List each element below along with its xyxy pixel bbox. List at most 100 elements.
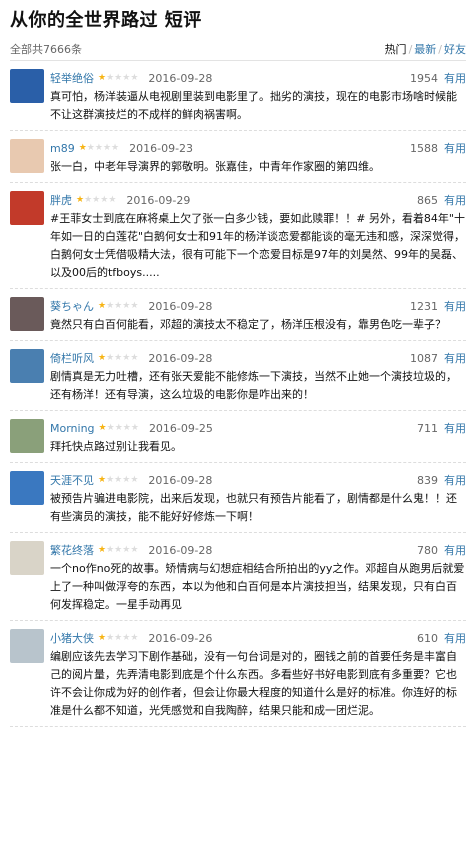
filter-friends[interactable]: 好友: [444, 43, 466, 56]
star-filled-icon: ★: [98, 632, 107, 643]
avatar[interactable]: [10, 349, 44, 383]
review-meta: 倚栏听风 ★ ★ ★ ★ ★ 2016-09-28 1087 有用: [50, 349, 466, 367]
star-empty-icon: ★: [106, 72, 115, 83]
avatar[interactable]: [10, 419, 44, 453]
useful-button[interactable]: 有用: [444, 632, 466, 645]
vote-area: 839 有用: [417, 472, 466, 488]
star-empty-icon: ★: [106, 632, 115, 643]
star-empty-icon: ★: [114, 352, 123, 363]
username-link[interactable]: 葵ちゃん: [50, 298, 94, 314]
review-meta: 天涯不见 ★ ★ ★ ★ ★ 2016-09-28 839 有用: [50, 471, 466, 489]
rating-stars: ★ ★ ★ ★ ★: [98, 352, 138, 363]
avatar[interactable]: [10, 629, 44, 663]
review-meta: 胖虎 ★ ★ ★ ★ ★ 2016-09-29 865 有用: [50, 191, 466, 209]
review-item: 轻举绝俗 ★ ★ ★ ★ ★ 2016-09-28 1954 有用 真可怕，杨洋装逼从电视…: [10, 61, 466, 131]
star-empty-icon: ★: [122, 632, 131, 643]
star-filled-icon: ★: [98, 352, 107, 363]
rating-stars: ★ ★ ★ ★ ★: [98, 72, 139, 83]
star-empty-icon: ★: [94, 142, 103, 153]
review-meta: Morning ★ ★ ★ ★ ★ 2016-09-25 711 有用: [50, 419, 466, 437]
username-link[interactable]: 胖虎: [50, 192, 72, 208]
useful-button[interactable]: 有用: [444, 352, 466, 365]
star-empty-icon: ★: [114, 544, 123, 555]
star-empty-icon: ★: [111, 142, 120, 153]
review-text: 真可怕，杨洋装逼从电视剧里装到电影里了。拙劣的演技，现在的电影市场啥时候能不让这…: [50, 90, 457, 121]
vote-area: 1954 有用: [410, 70, 466, 86]
vote-area: 1231 有用: [410, 298, 466, 314]
username-link[interactable]: 繁花终落: [50, 542, 94, 558]
star-empty-icon: ★: [114, 632, 123, 643]
review-body: 繁花终落 ★ ★ ★ ★ ★ 2016-09-28 780 有用 一个no作no死的故事。…: [50, 541, 466, 614]
star-filled-icon: ★: [98, 544, 107, 555]
rating-stars: ★ ★ ★ ★ ★: [98, 544, 138, 555]
avatar[interactable]: [10, 69, 44, 103]
review-text: 被预告片骗进电影院，出来后发现，也就只有预告片能看了，剧情都是什么鬼！！还有些演…: [50, 492, 457, 523]
star-empty-icon: ★: [122, 72, 131, 83]
star-empty-icon: ★: [114, 474, 123, 485]
review-meta: m89 ★ ★ ★ ★ ★ 2016-09-23 1588 有用: [50, 139, 466, 157]
avatar[interactable]: [10, 541, 44, 575]
username-link[interactable]: Morning: [50, 422, 95, 435]
useful-button[interactable]: 有用: [444, 72, 466, 85]
sort-filters: 热门 / 最新 / 好友: [385, 41, 466, 57]
review-body: 轻举绝俗 ★ ★ ★ ★ ★ 2016-09-28 1954 有用 真可怕，杨洋装逼从电视…: [50, 69, 466, 124]
star-filled-icon: ★: [78, 142, 87, 153]
review-meta: 繁花终落 ★ ★ ★ ★ ★ 2016-09-28 780 有用: [50, 541, 466, 559]
useful-button[interactable]: 有用: [444, 194, 466, 207]
username-link[interactable]: 天涯不见: [50, 472, 94, 488]
review-text: 拜托快点路过别让我看见。: [50, 440, 182, 453]
vote-area: 780 有用: [417, 542, 466, 558]
review-date: 2016-09-28: [148, 543, 213, 557]
filter-latest[interactable]: 最新: [414, 43, 436, 56]
avatar[interactable]: [10, 191, 44, 225]
review-item: 繁花终落 ★ ★ ★ ★ ★ 2016-09-28 780 有用 一个no作no死的故事。…: [10, 533, 466, 621]
review-item: 葵ちゃん ★ ★ ★ ★ ★ 2016-09-28 1231 有用 竟然只有白百何能看，邓…: [10, 289, 466, 341]
vote-area: 1588 有用: [410, 140, 466, 156]
review-date: 2016-09-28: [148, 71, 213, 85]
vote-area: 610 有用: [417, 630, 466, 646]
review-date: 2016-09-26: [148, 631, 213, 645]
review-meta: 葵ちゃん ★ ★ ★ ★ ★ 2016-09-28 1231 有用: [50, 297, 466, 315]
avatar[interactable]: [10, 139, 44, 173]
username-link[interactable]: 轻举绝俗: [50, 70, 94, 86]
useful-button[interactable]: 有用: [444, 300, 466, 313]
review-date: 2016-09-28: [148, 299, 213, 313]
review-item: Morning ★ ★ ★ ★ ★ 2016-09-25 711 有用 拜托快点路过别让我…: [10, 411, 466, 463]
vote-count: 780: [417, 544, 438, 557]
filter-hot[interactable]: 热门: [385, 43, 407, 56]
avatar[interactable]: [10, 471, 44, 505]
star-filled-icon: ★: [76, 194, 85, 205]
review-item: 天涯不见 ★ ★ ★ ★ ★ 2016-09-28 839 有用 被预告片骗进电影院，出来…: [10, 463, 466, 533]
useful-button[interactable]: 有用: [444, 474, 466, 487]
avatar[interactable]: [10, 297, 44, 331]
useful-button[interactable]: 有用: [444, 142, 466, 155]
review-body: 小猪大侠 ★ ★ ★ ★ ★ 2016-09-26 610 有用 编剧应该先去学习下剧作基…: [50, 629, 466, 720]
star-empty-icon: ★: [130, 632, 139, 643]
review-text: 张一白，中老年导演界的郭敬明。张嘉佳，中青年作家圈的第四维。: [50, 160, 380, 173]
review-item: m89 ★ ★ ★ ★ ★ 2016-09-23 1588 有用 张一白，中老年导演界的郭…: [10, 131, 466, 183]
star-empty-icon: ★: [106, 422, 115, 433]
total-count: 全部共7666条: [10, 43, 82, 56]
star-empty-icon: ★: [122, 544, 131, 555]
vote-count: 839: [417, 474, 438, 487]
star-empty-icon: ★: [114, 72, 123, 83]
review-meta: 小猪大侠 ★ ★ ★ ★ ★ 2016-09-26 610 有用: [50, 629, 466, 647]
review-body: Morning ★ ★ ★ ★ ★ 2016-09-25 711 有用 拜托快点路过别让我…: [50, 419, 466, 456]
star-filled-icon: ★: [98, 474, 107, 485]
review-body: 倚栏听风 ★ ★ ★ ★ ★ 2016-09-28 1087 有用 剧情真是无力吐槽，还有…: [50, 349, 466, 404]
review-text: 编剧应该先去学习下剧作基础，没有一句台词是对的，圈钱之前的首要任务是丰富自己的阅…: [50, 650, 457, 717]
username-link[interactable]: m89: [50, 142, 75, 155]
username-link[interactable]: 小猪大侠: [50, 630, 94, 646]
rating-stars: ★ ★ ★ ★ ★: [76, 194, 116, 205]
star-empty-icon: ★: [114, 422, 123, 433]
star-empty-icon: ★: [130, 72, 139, 83]
username-link[interactable]: 倚栏听风: [50, 350, 94, 366]
useful-button[interactable]: 有用: [444, 422, 466, 435]
useful-button[interactable]: 有用: [444, 544, 466, 557]
star-empty-icon: ★: [102, 142, 112, 153]
star-empty-icon: ★: [130, 474, 139, 485]
review-date: 2016-09-29: [126, 193, 191, 207]
star-empty-icon: ★: [130, 300, 139, 311]
star-filled-icon: ★: [98, 300, 107, 311]
star-empty-icon: ★: [92, 194, 101, 205]
